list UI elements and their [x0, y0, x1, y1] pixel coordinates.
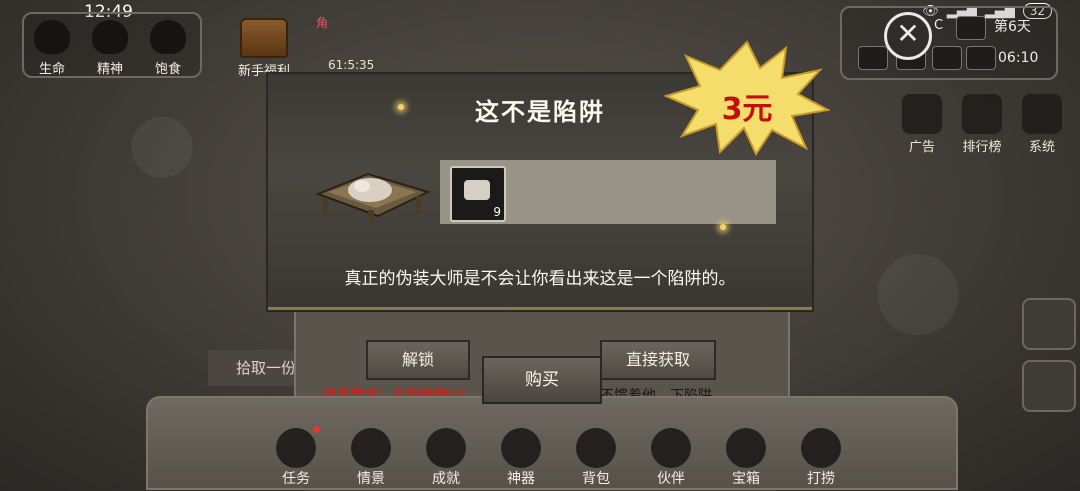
stat-spirit[interactable]: 精神: [88, 20, 132, 77]
ad-button[interactable]: 广告: [896, 94, 948, 155]
nav-task-label: 任务: [282, 471, 310, 487]
notification-dot: [313, 426, 320, 433]
stat-spirit-label: 精神: [96, 62, 123, 77]
chest-icon: [240, 18, 288, 58]
price-label: 3元: [721, 92, 773, 127]
welfare-timer: 61:5:35: [328, 58, 375, 72]
nav-partner[interactable]: 伙伴: [647, 428, 695, 488]
exit-side-button[interactable]: [1022, 360, 1076, 412]
nav-task[interactable]: 任务: [272, 426, 320, 488]
nav-backpack[interactable]: 背包: [572, 428, 620, 488]
nav-achievement-label: 成就: [432, 471, 460, 487]
penguin-icon: [651, 428, 691, 468]
game-clock: 06:10: [998, 50, 1039, 66]
nav-partner-label: 伙伴: [657, 471, 685, 487]
trap-mini-icon: [464, 180, 490, 200]
buy-button[interactable]: 购买: [482, 356, 602, 404]
nav-achievement[interactable]: 成就: [422, 428, 470, 488]
gear-icon: [1022, 94, 1062, 134]
newbie-welfare-button[interactable]: 新手福利: [238, 18, 290, 79]
leaderboard-label: 排行榜: [962, 140, 1002, 155]
stat-satiety-label: 饱食: [154, 62, 181, 77]
nav-chest[interactable]: 宝箱: [722, 428, 770, 488]
nav-chest-label: 宝箱: [732, 471, 760, 487]
treasure-chest-icon: [726, 428, 766, 468]
moai-icon: [501, 428, 541, 468]
item-count: 9: [493, 205, 501, 219]
day-counter: 第6天: [994, 19, 1031, 35]
sparkle-decoration: [720, 224, 726, 230]
stat-health-label: 生命: [38, 62, 65, 77]
modal-description: 真正的伪装大师是不会让你看出来这是一个陷阱的。: [344, 269, 736, 289]
system-button[interactable]: 系统: [1016, 94, 1068, 155]
calendar-icon: [956, 16, 986, 40]
nav-artifact[interactable]: 神器: [497, 428, 545, 488]
welfare-corner-label: 角: [316, 16, 329, 30]
stat-satiety[interactable]: 饱食: [146, 20, 190, 77]
close-icon[interactable]: ✕: [884, 12, 932, 60]
cloud-icon: [932, 46, 962, 70]
system-label: 系统: [1028, 140, 1055, 155]
ring-side-button[interactable]: [1022, 298, 1076, 350]
muscle-icon: [34, 20, 70, 54]
direct-get-button[interactable]: 直接获取: [600, 340, 716, 380]
scroll-icon: [351, 428, 391, 468]
nav-artifact-label: 神器: [507, 471, 535, 487]
bottom-nav: 任务 情景 成就 神器 背包 伙伴 宝箱 打捞: [272, 426, 845, 488]
nav-backpack-label: 背包: [582, 471, 610, 487]
nav-salvage-label: 打捞: [807, 471, 835, 487]
achievement-icon: [426, 428, 466, 468]
leaderboard-button[interactable]: 排行榜: [956, 94, 1008, 155]
task-icon: [276, 428, 316, 468]
trap-item-icon[interactable]: 9: [450, 166, 506, 222]
trophy-icon: [962, 94, 1002, 134]
clock-icon: [966, 46, 996, 70]
lightning-head-icon: [92, 20, 128, 54]
stat-health[interactable]: 生命: [30, 20, 74, 77]
ad-label: 广告: [908, 140, 935, 155]
ad-icon: [902, 94, 942, 134]
trap-illustration: [315, 172, 431, 224]
nav-scenario-label: 情景: [357, 471, 385, 487]
claw-icon: [801, 428, 841, 468]
backpack-icon: [576, 428, 616, 468]
unlock-button[interactable]: 解锁: [366, 340, 470, 380]
temperature-unit: C: [934, 18, 944, 33]
right-icon-group: 广告 排行榜 系统: [896, 94, 1068, 155]
nav-scenario[interactable]: 情景: [347, 428, 395, 488]
menu-icon[interactable]: [858, 46, 888, 70]
hunger-head-icon: [150, 20, 186, 54]
nav-salvage[interactable]: 打捞: [797, 428, 845, 488]
stats-group: 生命 精神 饱食: [30, 20, 190, 77]
sparkle-decoration: [398, 104, 404, 110]
